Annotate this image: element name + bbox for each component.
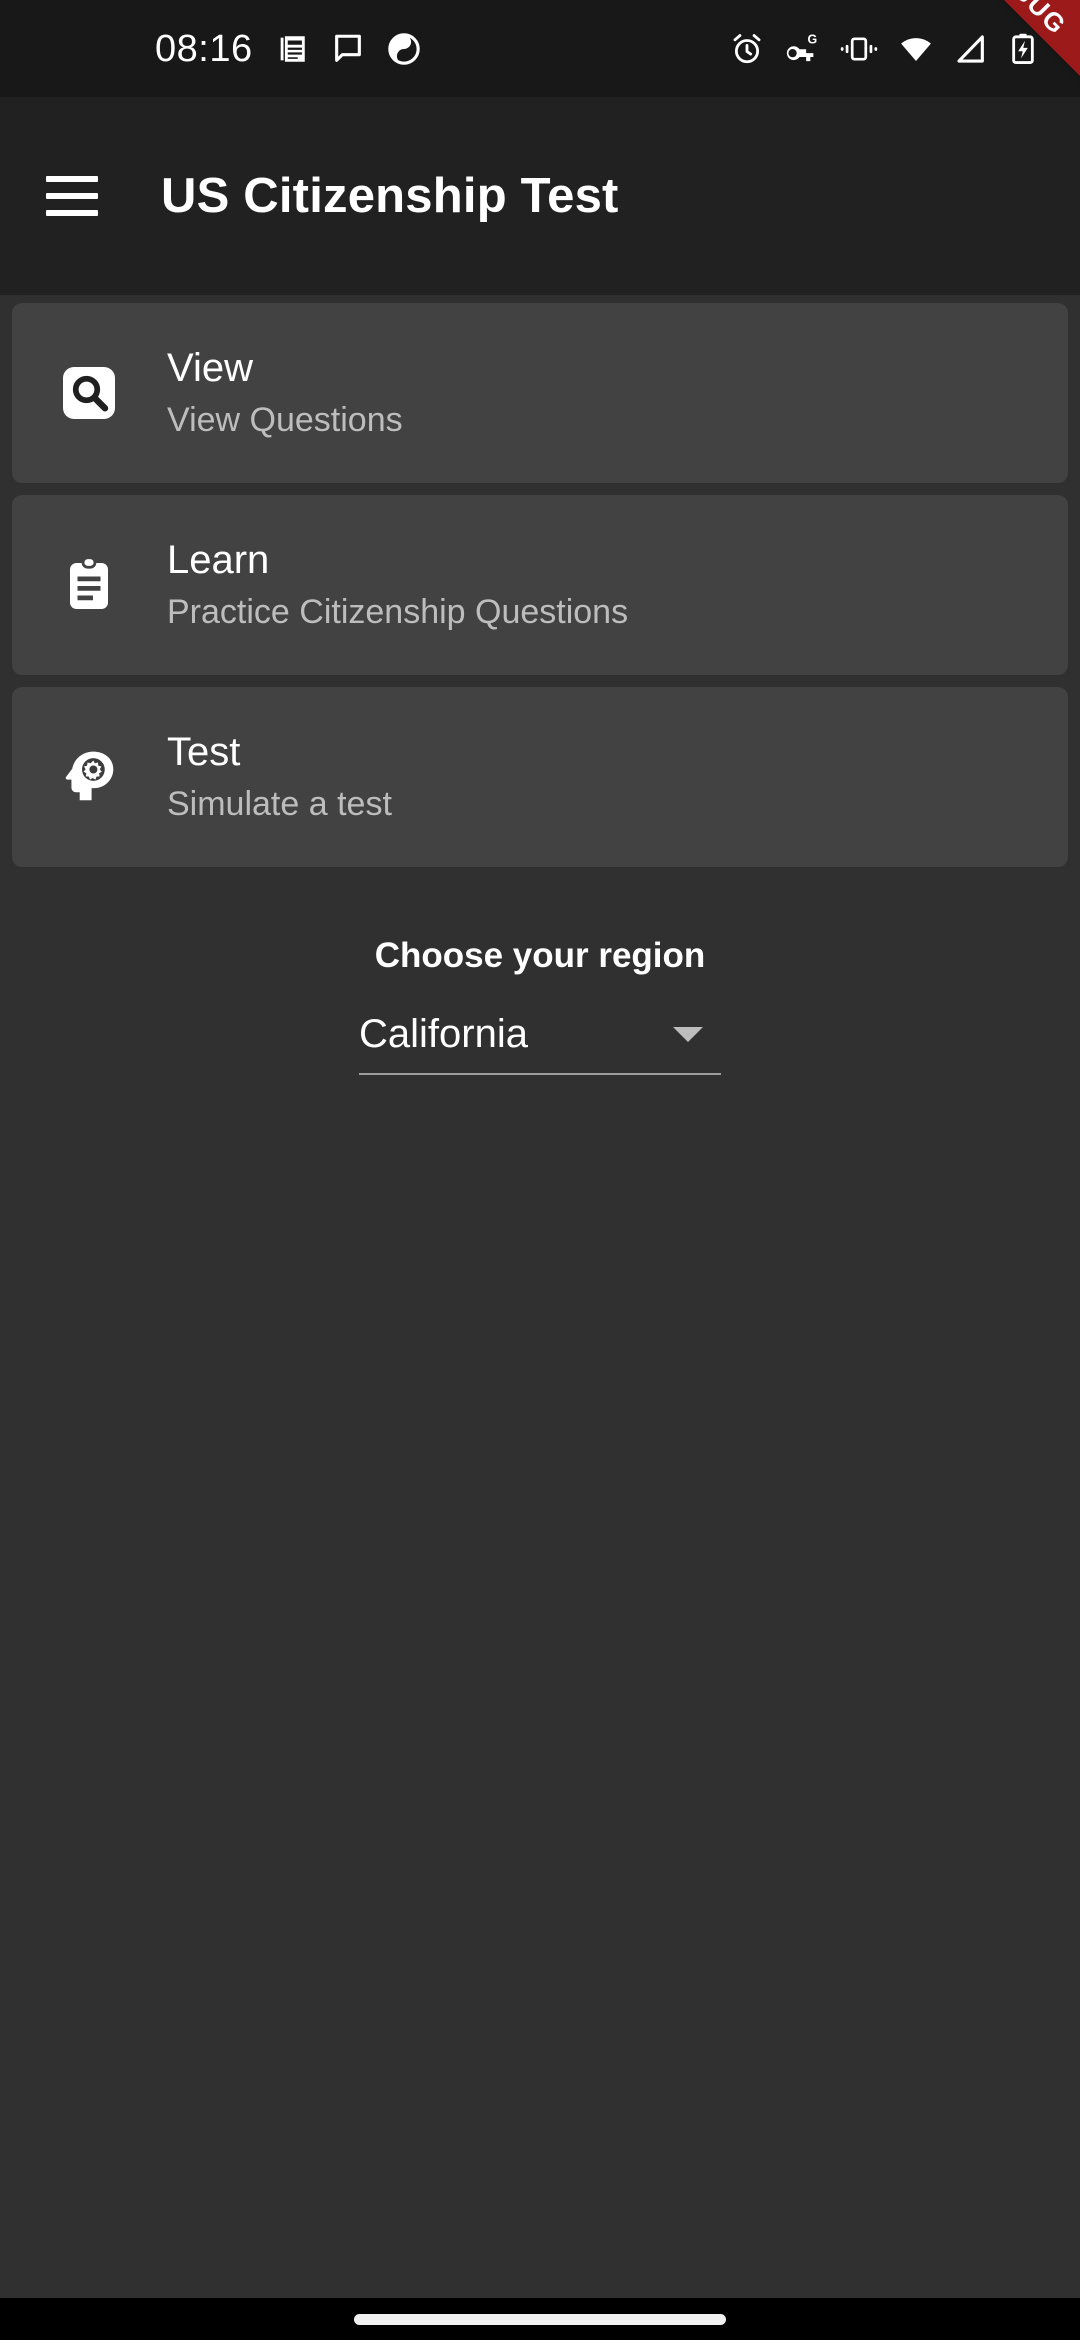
app-bar: US Citizenship Test [0, 97, 1080, 295]
card-learn[interactable]: Learn Practice Citizenship Questions [12, 495, 1068, 675]
hamburger-line [46, 176, 98, 182]
hamburger-line [46, 210, 98, 216]
status-bar: 08:16 G [0, 0, 1080, 97]
alarm-icon [733, 33, 761, 63]
vibrate-icon [840, 36, 878, 61]
card-title: Test [167, 730, 241, 775]
region-picker: Choose your region California [0, 936, 1080, 1075]
card-view[interactable]: View View Questions [12, 303, 1068, 483]
status-bar-left: 08:16 [155, 30, 421, 68]
clipboard-assignment-icon [34, 555, 144, 615]
app-screen: 08:16 G US Citizenship Test View View Qu… [0, 0, 1080, 2340]
psychology-head-gear-icon [34, 746, 144, 808]
card-text: Learn Practice Citizenship Questions [167, 538, 628, 631]
card-subtitle: View Questions [167, 401, 403, 440]
card-text: Test Simulate a test [167, 730, 392, 823]
card-title: View [167, 346, 253, 391]
wifi-icon [901, 37, 931, 61]
home-gesture-pill[interactable] [354, 2313, 726, 2325]
cell-signal-icon [957, 34, 984, 63]
card-text: View View Questions [167, 346, 403, 439]
menu-card-list: View View Questions Learn Practice Citiz… [0, 303, 1080, 879]
system-navigation-bar [0, 2298, 1080, 2340]
card-subtitle: Practice Citizenship Questions [167, 593, 629, 632]
hamburger-line [46, 193, 98, 199]
card-subtitle: Simulate a test [167, 785, 392, 824]
card-test[interactable]: Test Simulate a test [12, 687, 1068, 867]
card-title: Learn [167, 538, 270, 583]
status-clock: 08:16 [155, 27, 253, 70]
battery-charging-icon [1012, 33, 1034, 64]
vpn-key-icon: G [786, 32, 818, 61]
chat-bubble-icon [334, 34, 361, 62]
chevron-down-icon [673, 1027, 703, 1042]
search-box-icon [34, 363, 144, 423]
region-label: Choose your region [374, 936, 706, 975]
hamburger-menu-icon[interactable] [24, 148, 120, 244]
svg-text:G: G [808, 32, 818, 46]
status-bar-right: G [730, 32, 1038, 66]
news-icon [280, 35, 305, 62]
contrast-circle-icon [387, 32, 420, 65]
region-dropdown[interactable]: California [359, 1012, 721, 1075]
page-title: US Citizenship Test [161, 169, 619, 223]
region-selected-value: California [359, 1012, 528, 1056]
